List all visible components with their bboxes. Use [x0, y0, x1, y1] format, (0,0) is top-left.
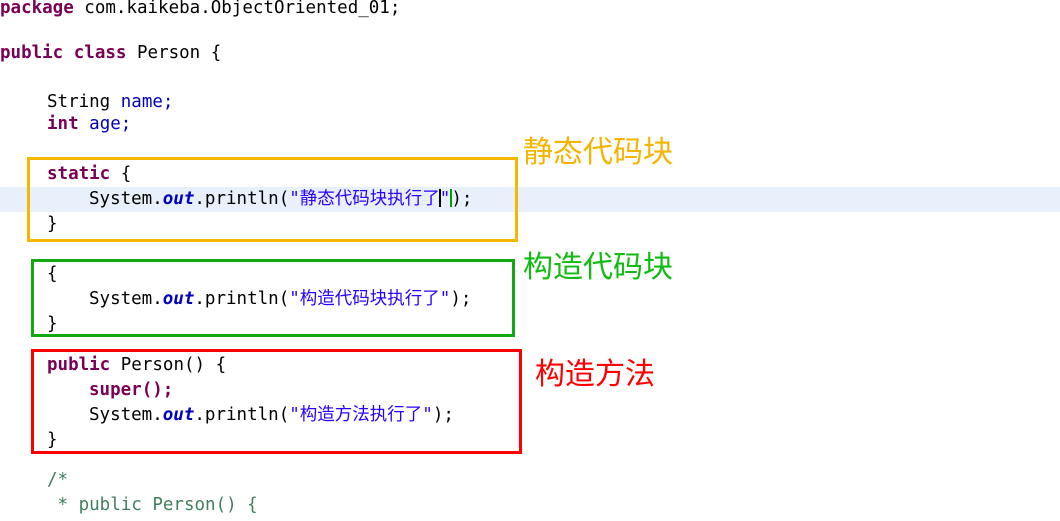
keyword-public: public [0, 43, 64, 63]
println-method: println [204, 405, 279, 425]
string-close-quote: " [439, 289, 451, 309]
constructor-name: Person [120, 355, 184, 375]
code-line-instance-println[interactable]: System.out.println("构造代码块执行了"); [0, 287, 1060, 312]
out-field: out [162, 189, 195, 209]
keyword-super: super [89, 380, 142, 400]
constructor-close-brace: } [47, 430, 58, 450]
code-line-constructor-println[interactable]: System.out.println("构造方法执行了"); [0, 403, 1060, 428]
system-identifier: System [89, 289, 153, 309]
system-identifier: System [89, 189, 153, 209]
string-open-quote: " [289, 289, 300, 309]
comment-body: * public Person() { [47, 495, 258, 515]
string-literal-constructor: 构造方法执行了 [299, 405, 423, 425]
code-editor-canvas[interactable]: package com.kaikeba.ObjectOriented_01; p… [0, 0, 1060, 521]
keyword-class: class [73, 43, 127, 63]
semicolon: ; [120, 114, 132, 134]
code-line-field-age[interactable]: int age; [0, 112, 1060, 137]
super-parens: (); [141, 380, 174, 400]
string-close-quote: " [439, 189, 451, 209]
annotation-label-static-block: 静态代码块 [523, 135, 673, 170]
out-field: out [162, 289, 195, 309]
code-line-constructor-signature[interactable]: public Person() { [0, 353, 1060, 378]
keyword-int: int [47, 114, 79, 134]
code-line-super-call[interactable]: super(); [0, 378, 1060, 403]
keyword-public: public [47, 355, 111, 375]
package-path: com.kaikeba.ObjectOriented_01; [73, 0, 401, 18]
string-literal-instance: 构造代码块执行了 [299, 289, 440, 309]
instance-open-brace: { [47, 264, 58, 284]
annotation-label-constructor: 构造方法 [535, 357, 655, 392]
string-close-quote: " [422, 405, 433, 425]
semicolon: ; [460, 289, 472, 309]
paren-close: ) [451, 189, 462, 209]
semicolon: ; [461, 189, 473, 209]
class-open-brace: { [210, 43, 222, 63]
dot: . [152, 289, 163, 309]
paren-open: ( [278, 405, 290, 425]
code-line-comment-open[interactable]: /* [0, 468, 1060, 493]
dot: . [194, 189, 205, 209]
system-identifier: System [89, 405, 153, 425]
println-method: println [204, 289, 279, 309]
field-type-string: String [47, 92, 111, 112]
semicolon: ; [443, 405, 454, 425]
paren-close: ) [450, 289, 461, 309]
code-line-constructor-close[interactable]: } [0, 428, 1060, 453]
instance-close-brace: } [47, 314, 58, 334]
class-name: Person [137, 43, 201, 63]
static-open-brace: { [120, 164, 132, 184]
constructor-parens: () [183, 355, 206, 375]
out-field: out [162, 405, 195, 425]
semicolon: ; [162, 92, 174, 112]
string-open-quote: " [289, 405, 300, 425]
dot: . [152, 405, 163, 425]
code-line-static-println[interactable]: System.out.println("静态代码块执行了"); [0, 187, 1060, 212]
dot: . [152, 189, 163, 209]
comment-open: /* [47, 470, 69, 490]
code-line-package[interactable]: package com.kaikeba.ObjectOriented_01; [0, 0, 1060, 21]
code-line-instance-close[interactable]: } [0, 312, 1060, 337]
keyword-package: package [0, 0, 74, 18]
field-identifier-name: name [120, 92, 163, 112]
field-identifier-age: age [89, 114, 121, 134]
code-line-comment-body[interactable]: * public Person() { [0, 493, 1060, 518]
annotation-label-instance-block: 构造代码块 [523, 250, 673, 285]
code-line-static-close[interactable]: } [0, 212, 1060, 237]
dot: . [194, 289, 205, 309]
static-close-brace: } [47, 214, 58, 234]
code-line-class-decl[interactable]: public class Person { [0, 41, 1060, 66]
dot: . [194, 405, 205, 425]
println-method: println [204, 189, 279, 209]
paren-close: ) [432, 405, 444, 425]
constructor-open-brace: { [215, 355, 227, 375]
string-open-quote: " [289, 189, 300, 209]
paren-open: ( [278, 289, 290, 309]
keyword-static: static [47, 164, 111, 184]
string-literal-static: 静态代码块执行了 [299, 189, 440, 209]
paren-open: ( [278, 189, 290, 209]
